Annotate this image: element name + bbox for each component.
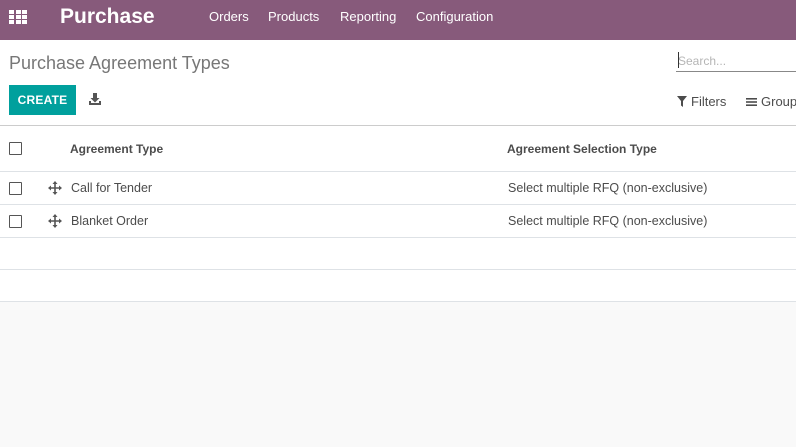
list-icon [746, 97, 757, 106]
filters-button[interactable]: Filters [677, 94, 726, 109]
column-header-agreement-type[interactable]: Agreement Type [70, 142, 163, 156]
empty-row [0, 238, 796, 270]
table-row[interactable]: Blanket Order Select multiple RFQ (non-e… [0, 205, 796, 238]
search-input[interactable] [676, 50, 796, 72]
grid-icon[interactable] [9, 10, 27, 24]
control-panel: Purchase Agreement Types CREATE Filters … [0, 40, 796, 126]
drag-handle-icon[interactable] [48, 181, 62, 195]
create-button[interactable]: CREATE [9, 85, 76, 115]
table-header: Agreement Type Agreement Selection Type [0, 126, 796, 172]
menu-configuration[interactable]: Configuration [416, 9, 493, 24]
menu-reporting[interactable]: Reporting [340, 9, 396, 24]
column-header-selection-type[interactable]: Agreement Selection Type [507, 142, 657, 156]
app-brand[interactable]: Purchase [60, 5, 155, 29]
download-icon[interactable] [88, 92, 102, 106]
menu-orders[interactable]: Orders [209, 9, 249, 24]
list-view: Agreement Type Agreement Selection Type … [0, 126, 796, 302]
row-checkbox[interactable] [9, 182, 22, 195]
cell-selection-type: Select multiple RFQ (non-exclusive) [508, 181, 708, 195]
text-cursor [678, 52, 679, 68]
drag-handle-icon[interactable] [48, 214, 62, 228]
funnel-icon [677, 96, 687, 107]
page-title: Purchase Agreement Types [9, 53, 230, 73]
cell-agreement-type: Blanket Order [71, 214, 149, 228]
cell-selection-type: Select multiple RFQ (non-exclusive) [508, 214, 708, 228]
table-row[interactable]: Call for Tender Select multiple RFQ (non… [0, 172, 796, 205]
top-navbar: Purchase Orders Products Reporting Confi… [0, 0, 796, 40]
cell-agreement-type: Call for Tender [71, 181, 153, 195]
select-all-checkbox[interactable] [9, 142, 22, 155]
groupby-label: Group By [761, 94, 796, 109]
filters-label: Filters [691, 94, 727, 109]
menu-products[interactable]: Products [268, 9, 319, 24]
empty-row [0, 270, 796, 302]
row-checkbox[interactable] [9, 215, 22, 228]
groupby-button[interactable]: Group By [746, 94, 796, 109]
